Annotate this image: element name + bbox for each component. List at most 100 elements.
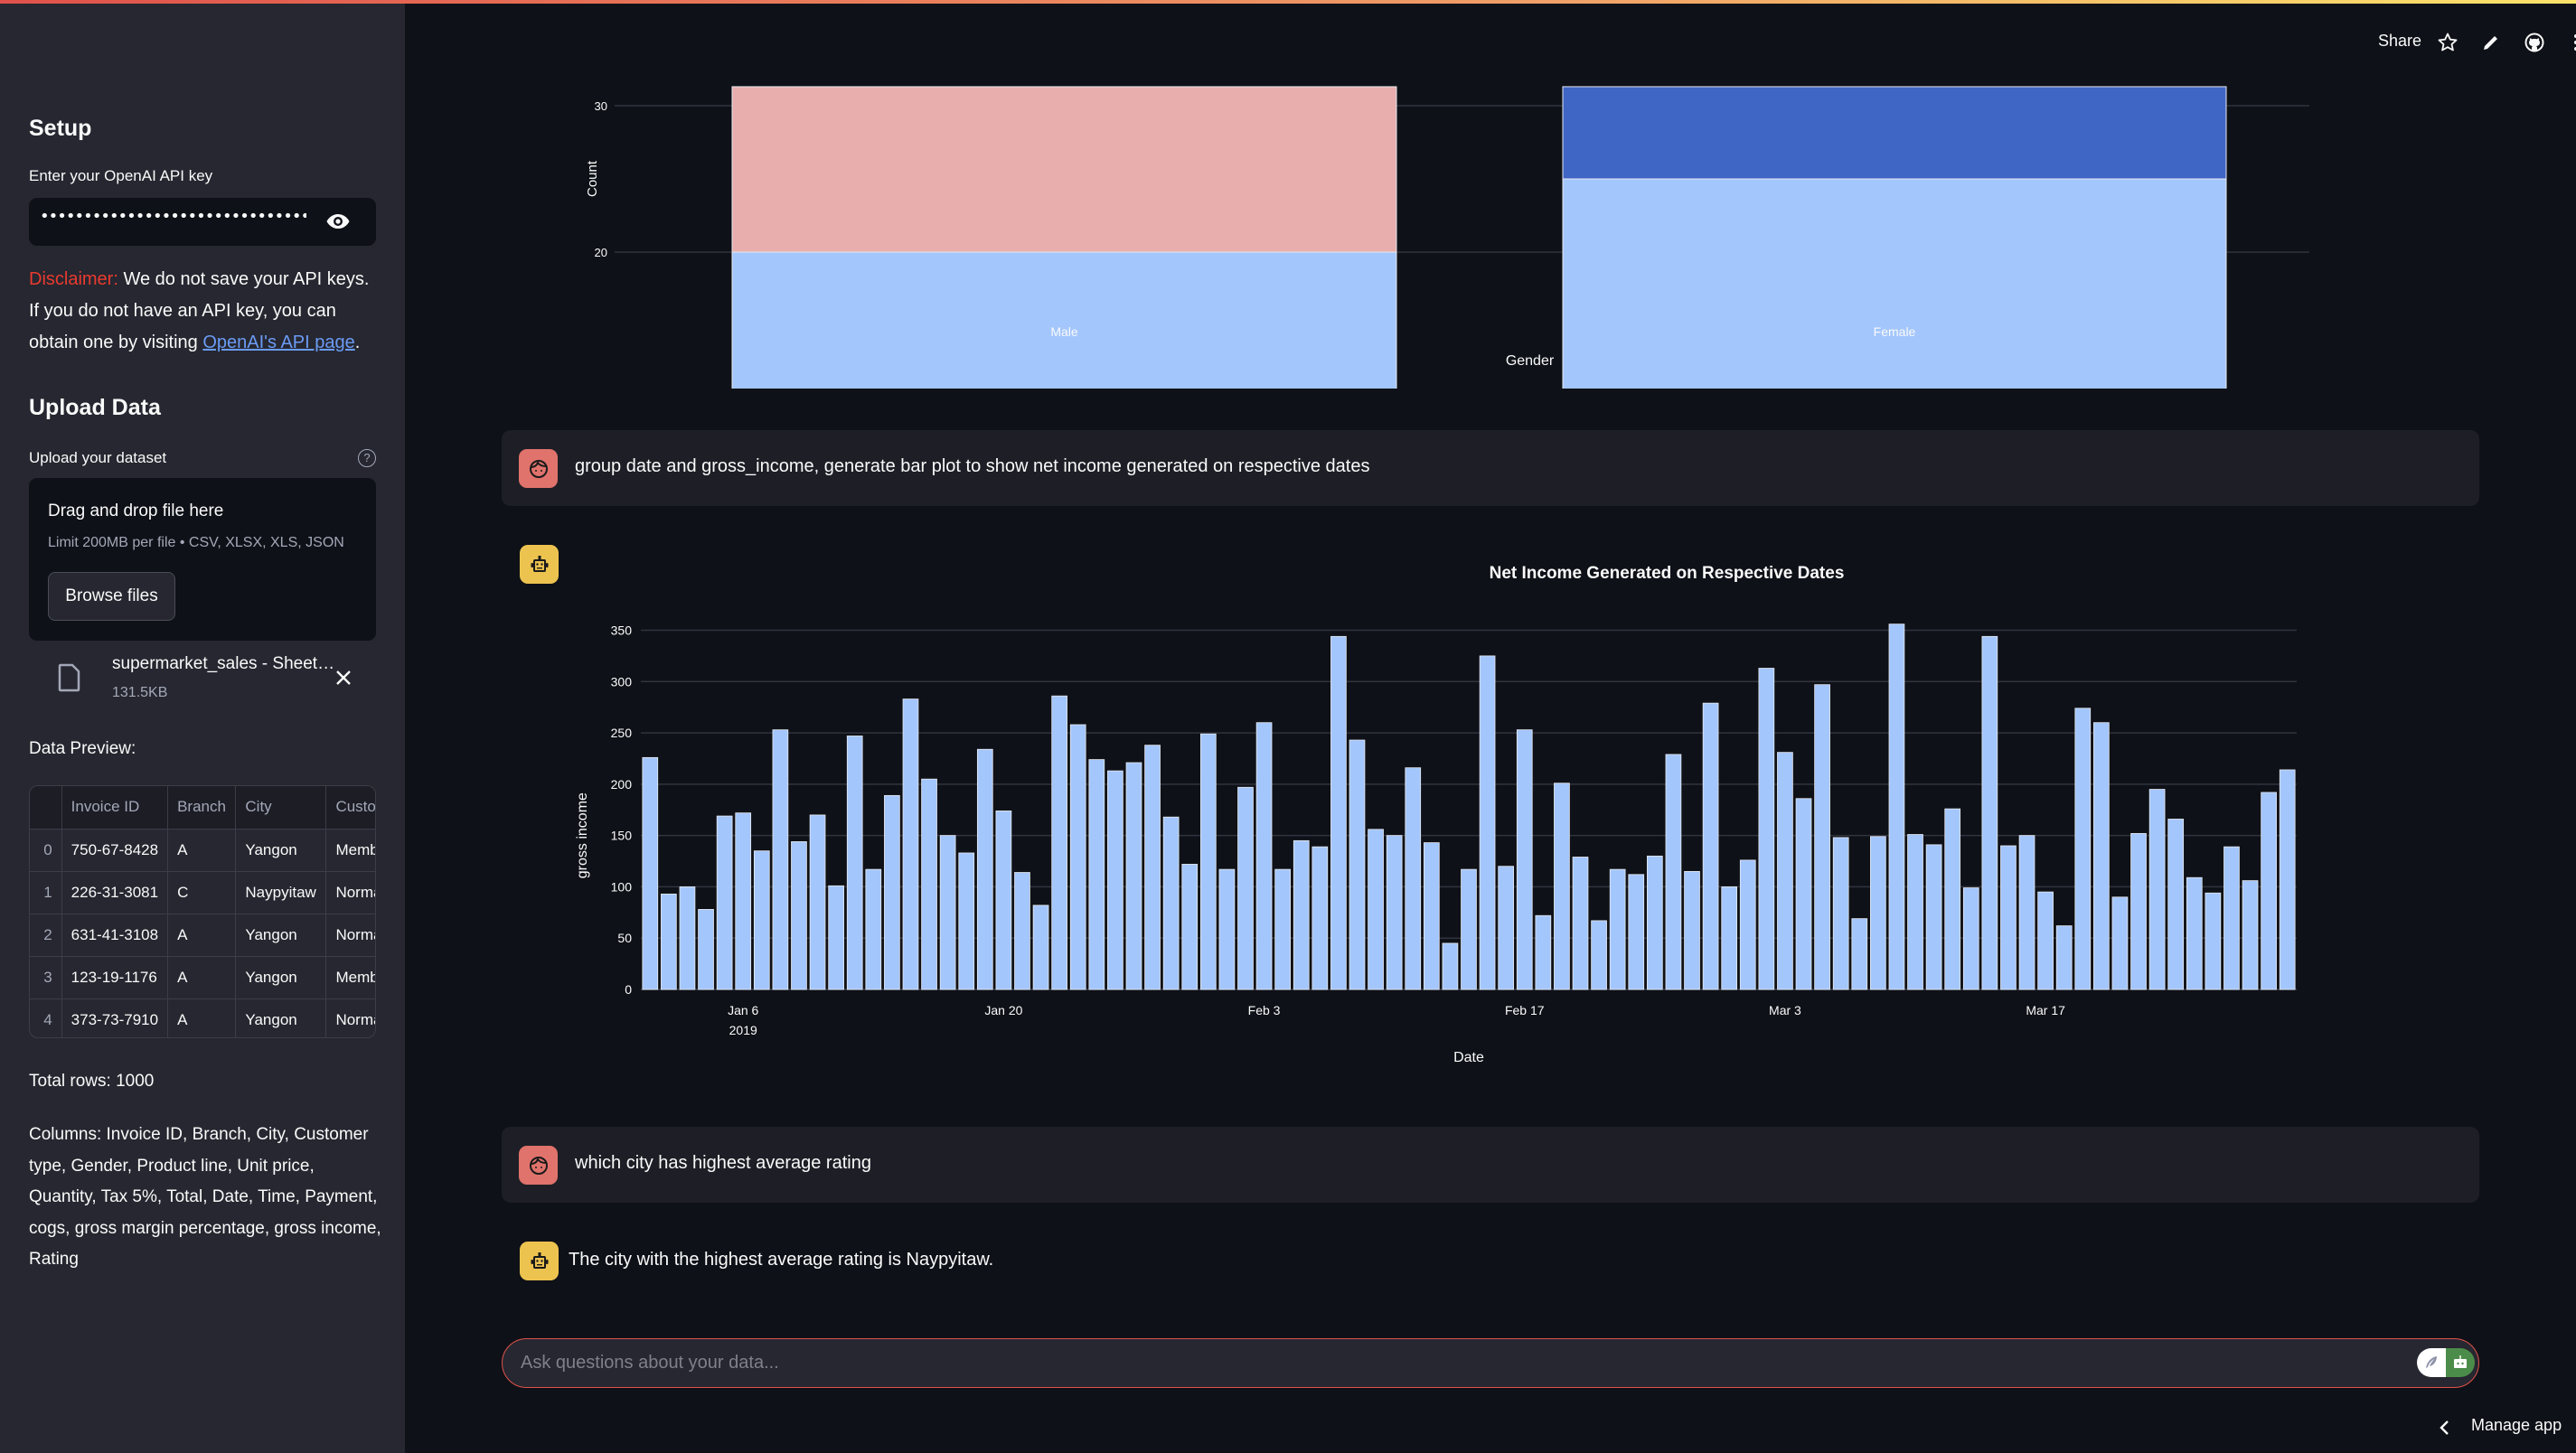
table-row[interactable]: 0750-67-8428AYangonMember (30, 829, 375, 872)
table-row[interactable]: 4373-73-7910AYangonNormal (30, 998, 375, 1037)
bar (2111, 896, 2129, 990)
bar (1832, 837, 1849, 990)
file-name: supermarket_sales - Sheet1.csv (112, 654, 338, 673)
bar (939, 835, 956, 990)
bar (1609, 868, 1626, 990)
y-tick-label: 100 (611, 879, 633, 894)
file-dropzone[interactable]: Drag and drop file here Limit 200MB per … (29, 478, 376, 641)
bar (735, 812, 752, 990)
table-header[interactable] (30, 786, 62, 830)
table-row[interactable]: 1226-31-3081CNaypyitawNormal (30, 871, 375, 914)
bar (772, 729, 789, 990)
bar (1014, 872, 1030, 990)
table-cell: 750-67-8428 (61, 829, 169, 872)
bar (1962, 887, 1979, 990)
bar (1162, 816, 1180, 990)
bar (1423, 842, 1440, 990)
table-row[interactable]: 2631-41-3108AYangonNormal (30, 914, 375, 957)
row-index: 4 (30, 998, 62, 1037)
dropzone-title: Drag and drop file here (48, 502, 224, 520)
table-cell: A (167, 914, 237, 957)
table-cell: Normal (325, 871, 375, 914)
bar (2018, 835, 2035, 990)
setup-heading: Setup (29, 116, 92, 141)
bar (2279, 769, 2296, 990)
disclaimer-text: Disclaimer: We do not save your API keys… (29, 264, 381, 359)
bar (1368, 829, 1384, 990)
chat-input[interactable] (521, 1348, 2238, 1377)
close-icon[interactable] (334, 669, 353, 687)
table-cell: 373-73-7910 (61, 998, 169, 1037)
table-header[interactable]: Customer type (325, 786, 375, 830)
table-cell: Yangon (235, 998, 327, 1037)
file-icon (58, 663, 80, 692)
x-tick-label: Female (1874, 324, 1916, 339)
table-cell: Yangon (235, 829, 327, 872)
total-rows: Total rows: 1000 (29, 1072, 155, 1091)
help-icon[interactable]: ? (358, 449, 376, 467)
bar (1535, 914, 1552, 990)
bar (1591, 920, 1607, 990)
bar (1498, 866, 1515, 990)
table-cell: Naypyitaw (235, 871, 327, 914)
bar (2148, 789, 2166, 990)
table-cell: Yangon (235, 956, 327, 999)
chat-message-user: group date and gross_income, generate ba… (502, 430, 2479, 506)
feather-icon (2426, 1356, 2437, 1368)
api-key-field[interactable]: ••••••••••••••••••••••••••••••••••••••••… (29, 198, 376, 246)
browse-files-button[interactable]: Browse files (48, 572, 175, 621)
gender-count-chart[interactable]: 0102030CountMaleFemaleGender (405, 0, 2576, 389)
bar (1274, 868, 1291, 990)
table-header[interactable]: Invoice ID (61, 786, 169, 830)
bar (1870, 836, 1886, 990)
dropzone-limit: Limit 200MB per file • CSV, XLSX, XLS, J… (48, 535, 344, 550)
bar (1981, 635, 1998, 990)
openai-api-link[interactable]: OpenAI's API page (202, 333, 354, 352)
bar (1684, 870, 1700, 990)
bar (2261, 792, 2277, 990)
x-tick-label: Feb 17 (1505, 1003, 1545, 1017)
bar (1312, 846, 1329, 990)
table-header[interactable]: Branch (167, 786, 237, 830)
bar (809, 814, 826, 990)
bar (1516, 729, 1533, 990)
api-key-label: Enter your OpenAI API key (29, 167, 213, 184)
table-row[interactable]: 3123-19-1176AYangonMember (30, 956, 375, 999)
bar (1461, 868, 1477, 990)
y-tick-label: 300 (611, 674, 633, 689)
bar (2130, 832, 2147, 990)
y-tick-label: 200 (611, 777, 633, 792)
x-tick-year: 2019 (729, 1023, 757, 1037)
bar (1944, 808, 1961, 990)
bar (1665, 754, 1682, 990)
columns-list: Columns: Invoice ID, Branch, City, Custo… (29, 1125, 381, 1269)
manage-app-label: Manage app (2471, 1416, 2562, 1434)
table-cell: Yangon (235, 914, 327, 957)
bar (698, 909, 714, 990)
bar (1628, 874, 1645, 990)
eye-icon[interactable] (325, 211, 351, 232)
x-tick-label: Jan 20 (984, 1003, 1022, 1017)
file-size: 131.5KB (112, 685, 168, 700)
data-preview-table[interactable]: Invoice ID Branch City Customer type 075… (29, 785, 376, 1038)
bar-segment-female (1562, 86, 2227, 180)
bar (661, 893, 677, 990)
bar (1088, 759, 1105, 990)
bar (1293, 839, 1310, 990)
bar (1330, 635, 1347, 990)
extension-widget[interactable] (2417, 1348, 2475, 1377)
bar (753, 850, 770, 990)
net-income-chart[interactable]: Net Income Generated on Respective Dates… (405, 533, 2576, 1093)
bar (2186, 876, 2203, 990)
manage-app-button[interactable]: Manage app (2431, 1414, 2576, 1441)
chat-input-container[interactable] (502, 1338, 2479, 1388)
table-cell: 123-19-1176 (61, 956, 169, 999)
bar (679, 886, 696, 990)
table-header[interactable]: City (235, 786, 327, 830)
bar (1107, 770, 1123, 990)
bar (1851, 918, 1868, 990)
disclaimer-suffix: . (354, 333, 361, 352)
bar (1218, 868, 1236, 990)
bar (1777, 752, 1793, 990)
api-key-input[interactable]: ••••••••••••••••••••••••••••••••••••••••… (40, 207, 306, 226)
